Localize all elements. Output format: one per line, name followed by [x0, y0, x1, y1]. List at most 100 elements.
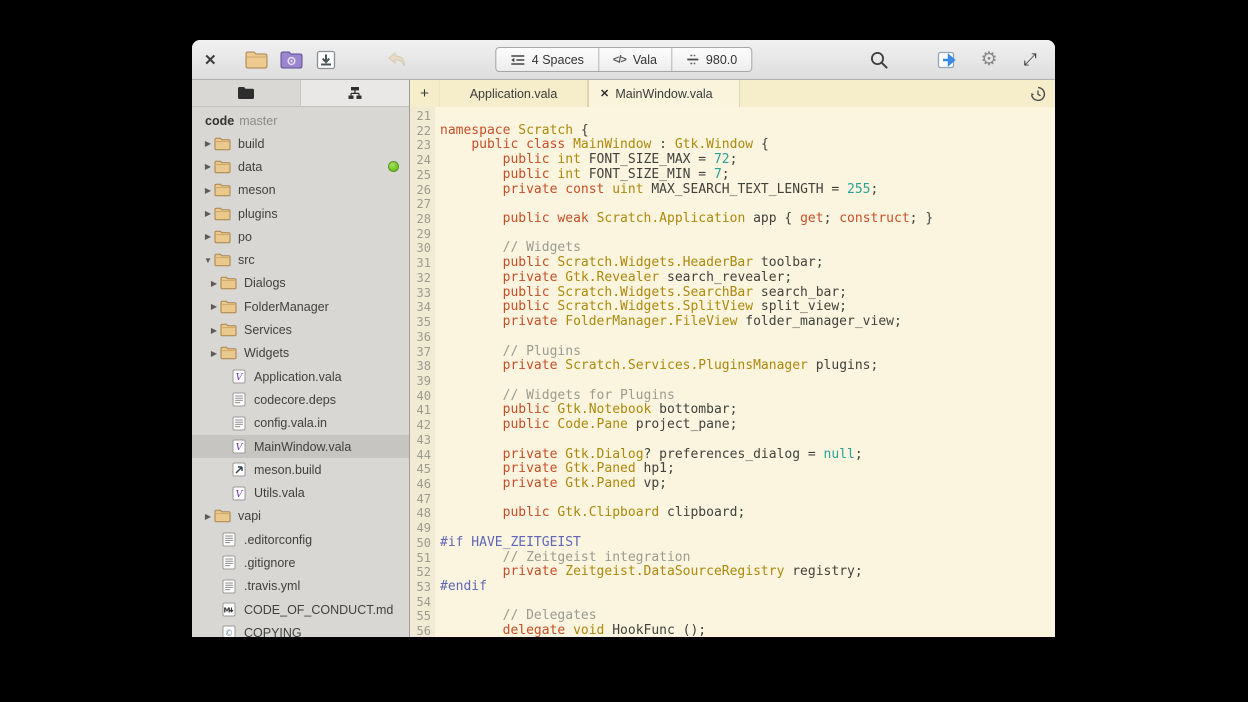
- desktop-background: ✕: [0, 0, 1248, 702]
- tree-item-vapi[interactable]: ▶ vapi: [192, 505, 409, 528]
- license-icon: ©: [220, 625, 237, 637]
- expander-closed-icon[interactable]: ▶: [202, 139, 214, 148]
- tree-item-utils-vala[interactable]: VUtils.vala: [192, 481, 409, 504]
- tree-item-label: meson.build: [254, 463, 321, 477]
- line-number: 43: [410, 433, 431, 448]
- search-button[interactable]: [866, 47, 892, 73]
- tree-item-widgets[interactable]: ▶Widgets: [192, 342, 409, 365]
- code-line: // Widgets: [440, 241, 1055, 256]
- code-line: // Widgets for Plugins: [440, 389, 1055, 404]
- share-button[interactable]: [935, 47, 961, 73]
- code-line: delegate void HookFunc ();: [440, 624, 1055, 637]
- outline-panel-toggle[interactable]: [301, 80, 409, 106]
- save-as-button[interactable]: [313, 47, 339, 73]
- tree-item-label: config.vala.in: [254, 416, 327, 430]
- expander-closed-icon[interactable]: ▶: [208, 279, 220, 288]
- tree-item--gitignore[interactable]: .gitignore: [192, 551, 409, 574]
- project-header[interactable]: code master: [192, 109, 409, 132]
- code-line: public Scratch.Widgets.HeaderBar toolbar…: [440, 256, 1055, 271]
- line-number: 47: [410, 492, 431, 507]
- line-number: 44: [410, 448, 431, 463]
- expander-closed-icon[interactable]: ▶: [208, 326, 220, 335]
- line-number: 46: [410, 477, 431, 492]
- code-line: private FolderManager.FileView folder_ma…: [440, 315, 1055, 330]
- headerbar[interactable]: ✕: [192, 40, 1055, 80]
- closed-tabs-history-button[interactable]: [1021, 80, 1055, 107]
- history-clock-icon: [1030, 86, 1046, 102]
- tree-item--travis-yml[interactable]: .travis.yml: [192, 575, 409, 598]
- tree-item-label: plugins: [238, 207, 278, 221]
- tree-item-codecore-deps[interactable]: codecore.deps: [192, 388, 409, 411]
- line-number: 23: [410, 138, 431, 153]
- tree-item-code-of-conduct-md[interactable]: MCODE_OF_CONDUCT.md: [192, 598, 409, 621]
- text-icon: [220, 555, 237, 570]
- code-line: #endif: [440, 580, 1055, 595]
- tree-item-data[interactable]: ▶data: [192, 155, 409, 178]
- tree-item-copying[interactable]: ©COPYING: [192, 621, 409, 637]
- tree-item-src[interactable]: ▼src: [192, 248, 409, 271]
- code-line: namespace Scratch {: [440, 124, 1055, 139]
- expander-closed-icon[interactable]: ▶: [208, 302, 220, 311]
- tree-item-foldermanager[interactable]: ▶ FolderManager: [192, 295, 409, 318]
- tree-item--editorconfig[interactable]: .editorconfig: [192, 528, 409, 551]
- tree-item-services[interactable]: ▶Services: [192, 318, 409, 341]
- tree-item-meson[interactable]: ▶meson: [192, 179, 409, 202]
- expander-closed-icon[interactable]: ▶: [202, 186, 214, 195]
- folder-panel-icon: [237, 86, 255, 100]
- tree-item-plugins[interactable]: ▶ plugins: [192, 202, 409, 225]
- line-number: 37: [410, 345, 431, 360]
- expander-closed-icon[interactable]: ▶: [202, 209, 214, 218]
- line-number: 45: [410, 462, 431, 477]
- expander-closed-icon[interactable]: ▶: [202, 232, 214, 241]
- indent-icon: [510, 54, 525, 66]
- tab-label: MainWindow.vala: [615, 87, 712, 101]
- expander-closed-icon[interactable]: ▶: [202, 162, 214, 171]
- tree-item-build[interactable]: ▶build: [192, 132, 409, 155]
- git-branch-label: master: [239, 114, 277, 128]
- revert-button[interactable]: [384, 47, 410, 73]
- tab-application-vala[interactable]: Application.vala: [440, 80, 588, 107]
- headerbar-right-group: ⚙ ⤢: [866, 47, 1043, 73]
- text-icon: [230, 416, 247, 431]
- tree-item-application-vala[interactable]: VApplication.vala: [192, 365, 409, 388]
- tree-item-config-vala-in[interactable]: config.vala.in: [192, 412, 409, 435]
- expander-closed-icon[interactable]: ▶: [202, 512, 214, 521]
- tree-item-meson-build[interactable]: meson.build: [192, 458, 409, 481]
- templates-button[interactable]: [278, 47, 304, 73]
- line-number: 55: [410, 609, 431, 624]
- source-view[interactable]: 2122232425262728293031323334353637383940…: [410, 107, 1055, 637]
- indentation-button[interactable]: 4 Spaces: [496, 48, 599, 71]
- share-export-icon: [937, 50, 959, 70]
- tree-item-mainwindow-vala[interactable]: VMainWindow.vala: [192, 435, 409, 458]
- syntax-language-button[interactable]: </> Vala: [599, 48, 672, 71]
- tab-mainwindow-vala[interactable]: ✕ MainWindow.vala: [588, 80, 740, 107]
- tree-item-dialogs[interactable]: ▶Dialogs: [192, 272, 409, 295]
- tree-item-po[interactable]: ▶po: [192, 225, 409, 248]
- files-panel-toggle[interactable]: [192, 80, 301, 106]
- new-tab-button[interactable]: +: [410, 80, 440, 107]
- svg-text:V: V: [235, 442, 243, 453]
- code-line: [440, 197, 1055, 212]
- fullscreen-button[interactable]: ⤢: [1017, 47, 1043, 73]
- tab-close-icon[interactable]: ✕: [600, 87, 609, 100]
- window-close-button[interactable]: ✕: [204, 51, 224, 69]
- folder-icon: [220, 346, 237, 361]
- code-line: public Code.Pane project_pane;: [440, 418, 1055, 433]
- svg-text:V: V: [235, 372, 243, 383]
- code-line: public Gtk.Clipboard clipboard;: [440, 506, 1055, 521]
- line-number: 38: [410, 359, 431, 374]
- open-file-button[interactable]: [243, 47, 269, 73]
- line-number: 21: [410, 109, 431, 124]
- tree-item-label: vapi: [238, 509, 261, 523]
- code-text[interactable]: namespace Scratch { public class MainWin…: [435, 107, 1055, 637]
- tree-item-label: FolderManager: [244, 300, 329, 314]
- code-app-window: ✕: [192, 40, 1055, 637]
- tree-item-label: Utils.vala: [254, 486, 305, 500]
- code-line: [440, 521, 1055, 536]
- settings-button[interactable]: ⚙: [976, 47, 1002, 73]
- goto-line-button[interactable]: 980.0: [672, 48, 751, 71]
- expander-open-icon[interactable]: ▼: [202, 256, 214, 265]
- expander-closed-icon[interactable]: ▶: [208, 349, 220, 358]
- markdown-icon: M: [220, 602, 237, 617]
- line-number: 53: [410, 580, 431, 595]
